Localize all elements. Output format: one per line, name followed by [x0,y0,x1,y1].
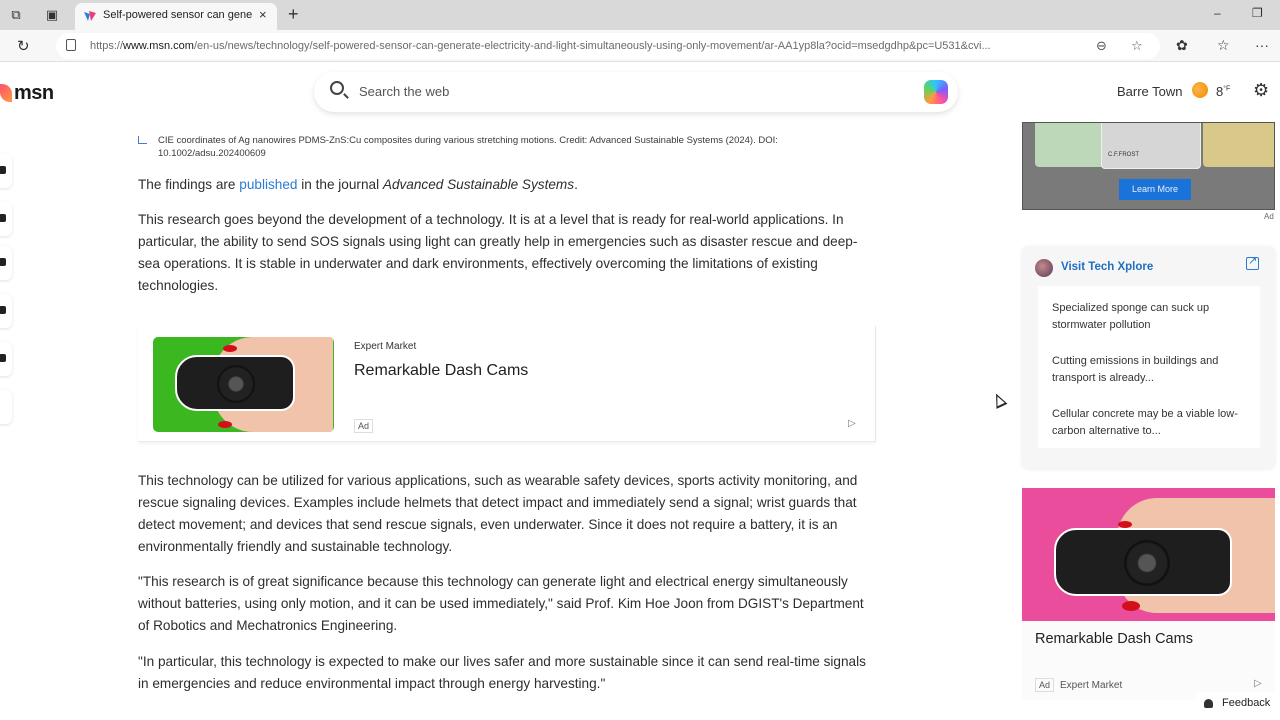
ad-title[interactable]: Remarkable Dash Cams [1035,631,1193,647]
feedback-icon [1204,699,1213,708]
favorite-star-icon[interactable]: ☆ [1131,38,1143,54]
copilot-icon[interactable] [924,80,948,104]
url-text[interactable]: https://www.msn.com/en-us/news/technolog… [90,40,1080,52]
image-caption: CIE coordinates of Ag nanowires PDMS-ZnS… [138,134,838,160]
address-bar[interactable]: https://www.msn.com/en-us/news/technolog… [56,33,1160,59]
like-icon [0,214,6,222]
external-link-icon[interactable] [1246,254,1259,270]
search-icon [330,81,344,95]
ad-choices-icon[interactable]: ▷ [848,418,856,429]
ad-title[interactable]: Remarkable Dash Cams [354,362,528,380]
search-box[interactable]: Search the web [314,72,958,112]
tab-title: Self-powered sensor can generate electri… [103,9,253,21]
published-link[interactable]: published [239,177,297,192]
related-list: Specialized sponge can suck up stormwate… [1038,286,1260,448]
share-icon [0,354,6,362]
weather-location[interactable]: Barre Town [1117,84,1183,99]
inline-ad-card[interactable]: Expert Market Remarkable Dash Cams Ad ▷ [138,326,876,442]
right-ad-banner[interactable]: C.F.FROST Learn More [1022,122,1275,210]
rail-button-6[interactable] [0,390,12,424]
rail-button-2[interactable] [0,202,12,236]
msn-favicon-icon [84,11,96,21]
caption-bracket-icon [138,136,147,144]
ad-badge: Ad [1035,678,1055,692]
extensions-icon[interactable]: ✿ [1176,37,1188,54]
related-item[interactable]: Cutting emissions in buildings and trans… [1052,353,1252,387]
minimize-button[interactable]: – [1214,6,1221,20]
reader-icon[interactable]: ⊖ [1096,38,1107,54]
favorites-icon[interactable]: ☆ [1217,37,1230,54]
article-paragraph: "In particular, this technology is expec… [138,654,866,691]
ad-card-gold [1203,123,1274,167]
right-ad-card[interactable]: Remarkable Dash Cams Ad Expert Market ▷ [1022,488,1275,700]
browser-tab-bar: ⧉ ▣ Self-powered sensor can generate ele… [0,0,1280,30]
browser-toolbar: ↻ https://www.msn.com/en-us/news/technol… [0,30,1280,62]
rail-button-1[interactable] [0,154,12,188]
related-item[interactable]: Specialized sponge can suck up stormwate… [1052,300,1252,334]
learn-more-button[interactable]: Learn More [1119,179,1191,200]
ad-image-dashcam-pink [1022,488,1275,621]
ad-image-dashcam [153,337,334,432]
ad-source: Expert Market [354,341,417,352]
rail-button-5[interactable] [0,342,12,376]
tech-xplore-avatar [1035,259,1053,277]
msn-butterfly-icon [0,84,12,102]
article-paragraph: "This research is of great significance … [138,574,864,633]
restore-button[interactable]: ❐ [1252,6,1263,20]
source-widget: Visit Tech Xplore Specialized sponge can… [1022,246,1275,468]
site-info-icon[interactable] [66,39,76,51]
article-paragraph: This technology can be utilized for vari… [138,473,858,554]
related-item[interactable]: Cellular concrete may be a viable low-ca… [1052,406,1252,440]
tab-actions-icon[interactable]: ▣ [44,7,60,23]
visit-source-link[interactable]: Visit Tech Xplore [1061,261,1153,273]
article-paragraph: The findings are published in the journa… [138,177,578,192]
feedback-button[interactable]: Feedback [1196,692,1280,716]
comment-icon [0,306,6,314]
ad-badge: Ad [354,419,374,433]
article-paragraph: This research goes beyond the developmen… [138,212,858,293]
reload-icon[interactable]: ↻ [17,37,30,55]
msn-header: msn Search the web Barre Town 8°F ⚙ [0,62,1280,122]
close-tab-icon[interactable]: × [259,7,267,22]
new-tab-button[interactable]: + [288,4,299,25]
dislike-icon [0,258,6,266]
active-tab[interactable]: Self-powered sensor can generate electri… [75,3,277,30]
mouse-cursor [990,391,1008,409]
more-icon[interactable]: ··· [1255,37,1269,53]
headphones-icon [0,166,6,174]
ad-choices-icon[interactable]: ▷ [1254,678,1262,689]
workspaces-icon[interactable]: ⧉ [8,7,24,23]
msn-logo[interactable]: msn [0,82,54,105]
rail-button-3[interactable] [0,246,12,280]
ad-source: Expert Market [1060,680,1123,691]
weather-partly-sunny-icon [1192,82,1208,98]
search-input[interactable]: Search the web [359,84,449,99]
weather-temperature[interactable]: 8°F [1216,84,1230,99]
settings-gear-icon[interactable]: ⚙ [1253,80,1269,101]
ad-label: Ad [1264,212,1274,221]
ad-card-platinum: C.F.FROST [1101,123,1201,169]
rail-button-4[interactable] [0,294,12,328]
